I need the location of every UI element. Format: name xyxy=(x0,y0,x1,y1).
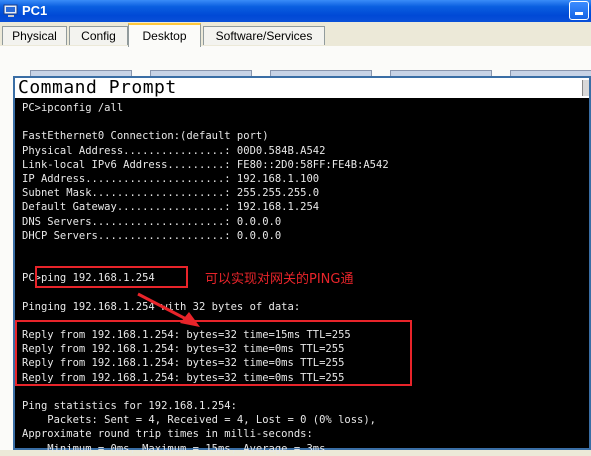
terminal-line: Default Gateway.................: 192.16… xyxy=(22,201,320,214)
tab-physical[interactable]: Physical xyxy=(2,26,67,45)
window-titlebar: PC1 xyxy=(0,0,591,22)
terminal-line: DNS Servers.....................: 0.0.0.… xyxy=(22,215,282,228)
tab-software-services[interactable]: Software/Services xyxy=(203,26,325,45)
packet-tracer-app-icon xyxy=(3,4,18,17)
terminal-line: Pinging 192.168.1.254 with 32 bytes of d… xyxy=(22,300,301,313)
terminal-line: IP Address......................: 192.16… xyxy=(22,172,320,185)
command-prompt-title: Command Prompt xyxy=(18,77,177,98)
minimize-icon xyxy=(575,12,583,15)
ping-replies-highlight xyxy=(15,320,412,386)
terminal-line: Minimum = 0ms, Maximum = 15ms, Average =… xyxy=(22,442,326,455)
terminal-line: PC>ipconfig /all xyxy=(22,102,124,114)
tab-desktop[interactable]: Desktop xyxy=(128,23,201,47)
terminal-line: Ping statistics for 192.168.1.254: xyxy=(22,399,237,412)
tab-config[interactable]: Config xyxy=(69,26,128,45)
annotation-label: 可以实现对网关的PING通 xyxy=(205,272,354,287)
command-prompt-window[interactable]: Command Prompt PC>ipconfig /all FastEther… xyxy=(13,76,591,455)
tab-strip: Physical Config Desktop Software/Service… xyxy=(0,22,591,47)
minimize-button[interactable] xyxy=(569,1,589,20)
terminal-line: Link-local IPv6 Address.........: FE80::… xyxy=(22,158,389,171)
close-icon[interactable] xyxy=(582,80,589,96)
terminal-line: DHCP Servers....................: 0.0.0.… xyxy=(22,229,282,242)
terminal-line: Packets: Sent = 4, Received = 4, Lost = … xyxy=(22,414,377,427)
ping-command-highlight xyxy=(35,266,188,288)
command-prompt-titlebar: Command Prompt xyxy=(15,77,589,98)
arrow-icon xyxy=(137,292,200,327)
terminal-line: Physical Address................: 00D0.5… xyxy=(22,144,326,157)
terminal-line: FastEthernet0 Connection:(default port) xyxy=(22,130,269,143)
terminal-line: Subnet Mask.....................: 255.25… xyxy=(22,187,320,200)
window-title: PC1 xyxy=(22,3,48,18)
terminal-line: Approximate round trip times in milli-se… xyxy=(22,428,313,441)
